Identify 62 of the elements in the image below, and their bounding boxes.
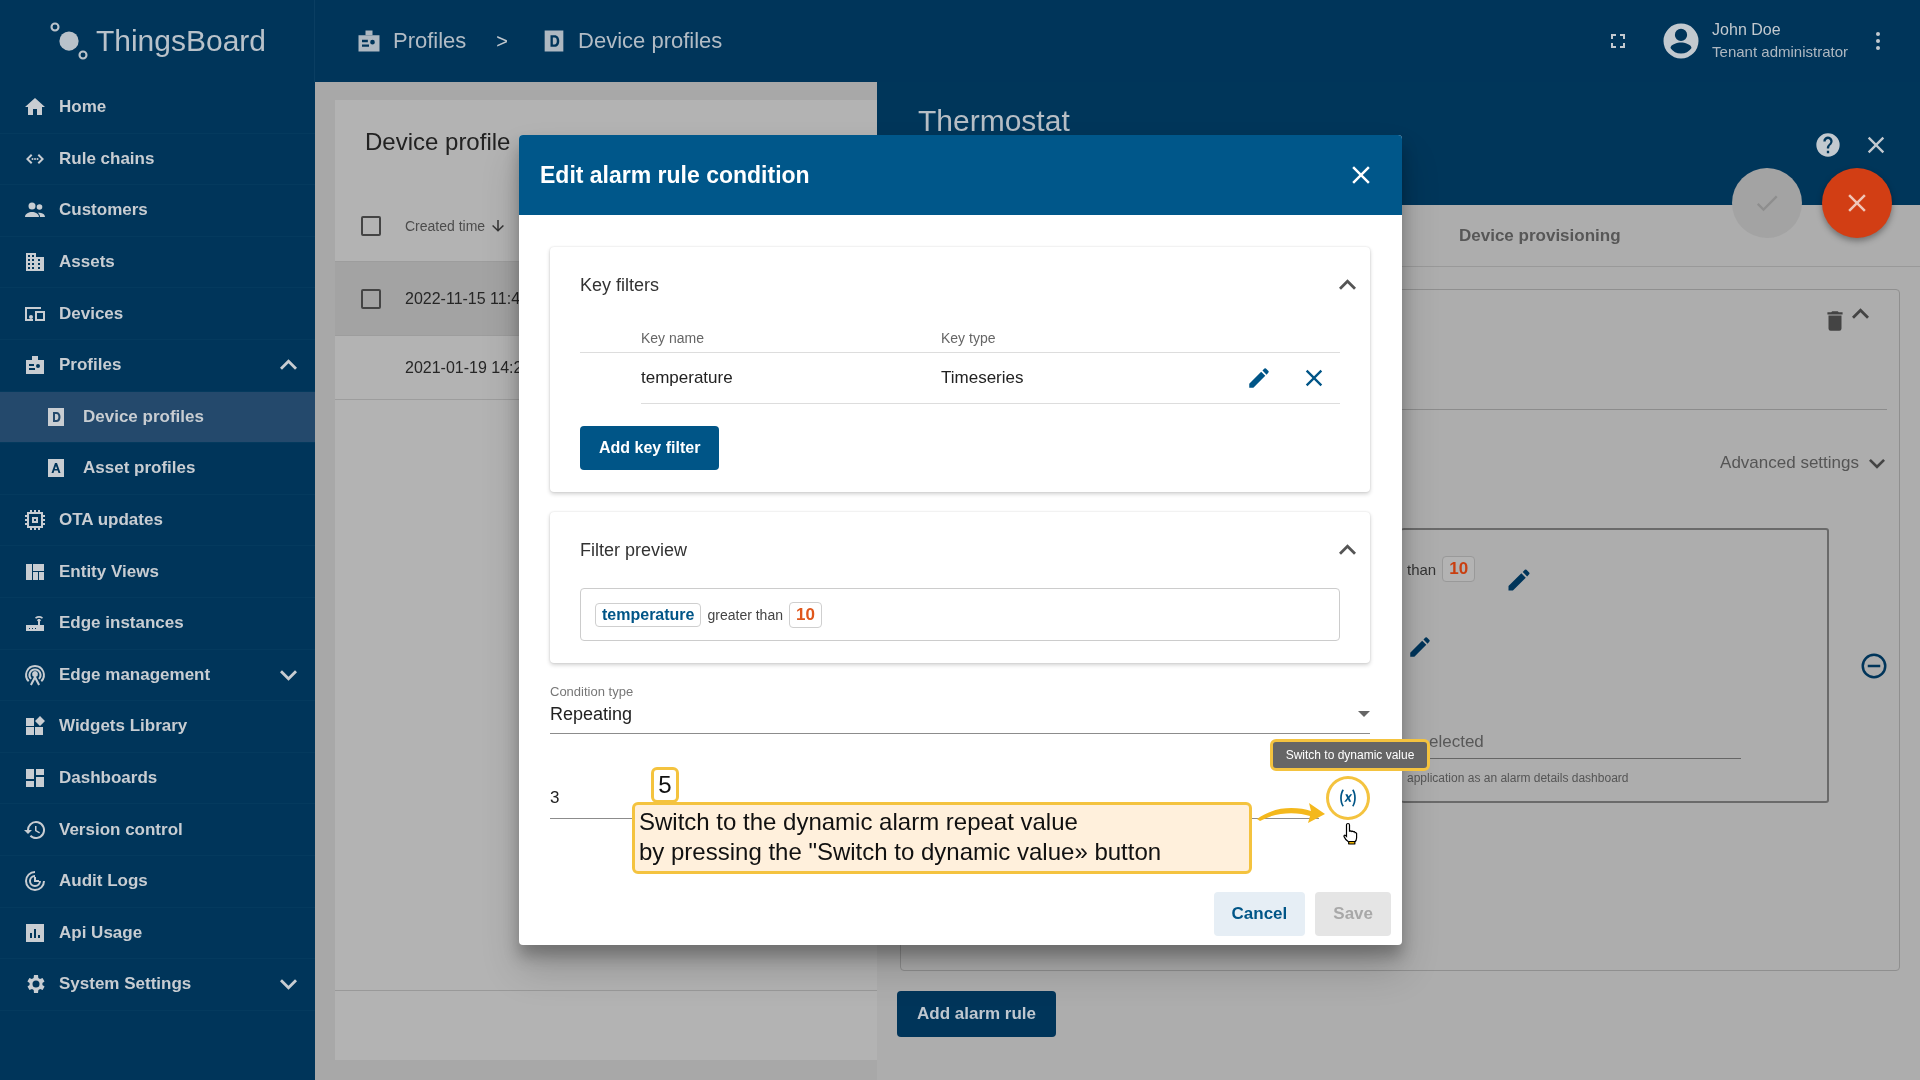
- panel-title: Key filters: [580, 274, 660, 296]
- sidebar-item[interactable]: Device profiles: [0, 391, 315, 444]
- key-chip: temperature: [595, 602, 702, 627]
- sidebar-item[interactable]: OTA updates: [0, 494, 315, 547]
- sidebar-item[interactable]: Api Usage: [0, 907, 315, 960]
- dropdown-arrow-icon: [1358, 711, 1370, 717]
- sidebar-item[interactable]: System Settings: [0, 959, 315, 1011]
- table-cell: 2022-11-15 11:4: [405, 289, 521, 308]
- sidebar-item[interactable]: Asset profiles: [0, 443, 315, 495]
- detail-title: Thermostat: [918, 104, 1070, 139]
- sidebar-item[interactable]: Profiles: [0, 339, 315, 392]
- sidebar-item[interactable]: Edge management: [0, 649, 315, 702]
- sidebar-item[interactable]: Entity Views: [0, 546, 315, 598]
- chip-icon: [23, 508, 47, 533]
- dashboard-icon: [23, 766, 47, 790]
- condition-type-select[interactable]: Condition type Repeating: [550, 683, 1370, 734]
- row-checkbox[interactable]: [361, 288, 381, 309]
- arrow-icon: [1257, 803, 1325, 824]
- dialog-title: Edit alarm rule condition: [540, 161, 810, 189]
- breadcrumb-separator: >: [496, 29, 509, 53]
- chevron-up-icon[interactable]: [1852, 308, 1869, 320]
- user-role: Tenant administrator: [1712, 42, 1848, 62]
- edit-icon[interactable]: [1246, 365, 1272, 391]
- sidebar-item[interactable]: Assets: [0, 236, 315, 289]
- app-logo-text: ThingsBoard: [95, 24, 267, 58]
- antenna-icon: [23, 662, 47, 687]
- condition-operation: than: [1407, 560, 1437, 578]
- sidebar-item[interactable]: Customers: [0, 185, 315, 237]
- breadcrumb-link[interactable]: Device profiles: [578, 28, 723, 54]
- breadcrumb-link[interactable]: Profiles: [393, 28, 467, 54]
- value-chip: 10: [1442, 556, 1476, 582]
- annotation-tooltip: Switch to the dynamic alarm repeat value by pressing the "Switch to dynamic value» button: [632, 802, 1252, 874]
- panel-title: Filter preview: [580, 539, 688, 561]
- table-cell-text: Timeseries: [941, 368, 1025, 388]
- column-header: Key type: [941, 329, 997, 346]
- chevron-icon[interactable]: [1339, 279, 1356, 291]
- step-number: 5: [651, 767, 679, 803]
- table-title: Device profile: [365, 128, 511, 155]
- select-all-checkbox[interactable]: [361, 215, 381, 236]
- add-key-filter-button[interactable]: Add key filter: [580, 426, 720, 470]
- pencil-icon[interactable]: [1407, 634, 1433, 660]
- field-hint: application as an alarm details dashboard: [1407, 771, 1630, 785]
- add-alarm-rule-button[interactable]: Add alarm rule: [897, 991, 1057, 1037]
- help-icon[interactable]: [1814, 131, 1842, 159]
- cancel-edit-button[interactable]: [1822, 168, 1892, 238]
- value-chip: 10: [789, 601, 822, 628]
- chevron-down-icon: [1869, 457, 1885, 469]
- sidebar-item[interactable]: Devices: [0, 288, 315, 340]
- cancel-button[interactable]: Cancel: [1213, 892, 1306, 936]
- column-header: Key name: [641, 329, 706, 346]
- operation-text: greater than: [707, 606, 783, 623]
- target-icon: [23, 869, 47, 894]
- column-header[interactable]: Created time: [405, 216, 508, 235]
- chevron-icon[interactable]: [1339, 544, 1356, 556]
- sidebar-item[interactable]: Dashboards: [0, 752, 315, 805]
- tooltip: Switch to dynamic value: [1270, 739, 1430, 771]
- sidebar-item[interactable]: Widgets Library: [0, 701, 315, 753]
- dynamic-value-button[interactable]: [1326, 776, 1370, 820]
- sidebar-item[interactable]: Home: [0, 82, 315, 134]
- dashboard-select-field[interactable]: elected: [1429, 732, 1741, 759]
- table-cell-text: temperature: [641, 368, 734, 388]
- user-name: John Doe: [1712, 20, 1782, 40]
